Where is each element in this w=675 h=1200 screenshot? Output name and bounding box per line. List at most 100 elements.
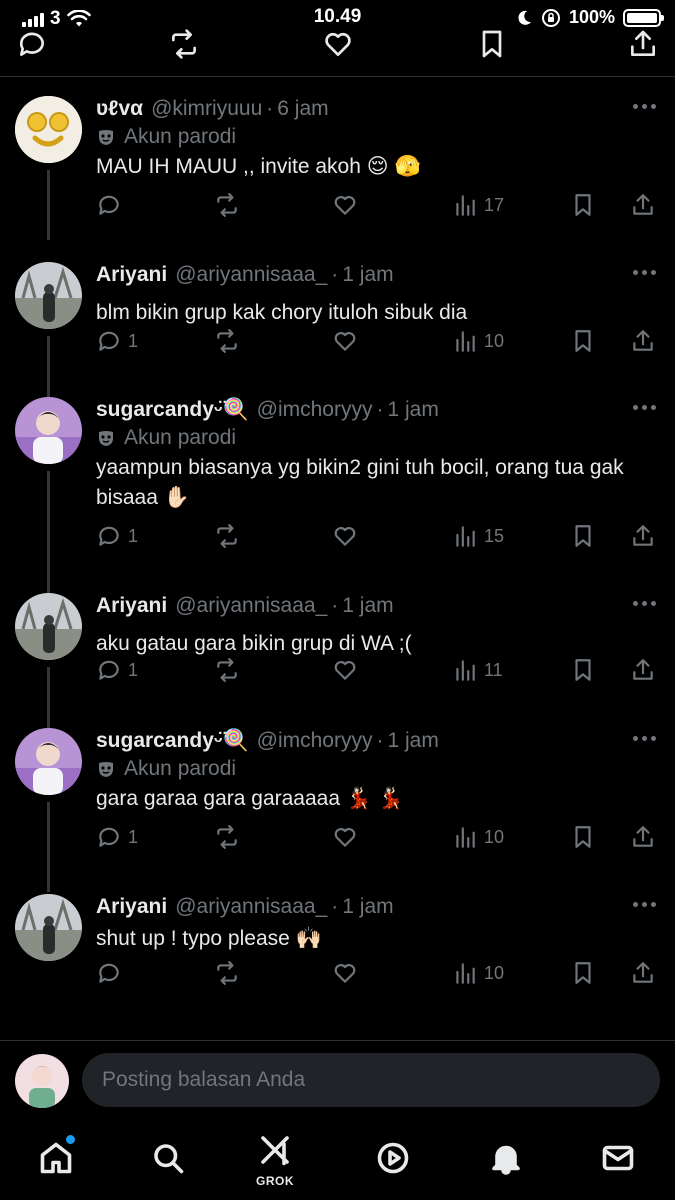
bookmark-button[interactable]: [570, 824, 596, 850]
tweet-text: blm bikin grup kak chory ituloh sibuk di…: [96, 301, 468, 324]
reply-button[interactable]: [96, 960, 128, 986]
tweet-time[interactable]: 1 jam: [342, 594, 393, 618]
reply-button[interactable]: [96, 192, 128, 218]
like-button[interactable]: [332, 523, 358, 549]
bookmark-button[interactable]: [570, 960, 596, 986]
share-button[interactable]: [630, 523, 656, 549]
repost-button[interactable]: [214, 657, 240, 683]
bookmark-button[interactable]: [570, 192, 596, 218]
share-button[interactable]: [627, 28, 659, 60]
reply-button[interactable]: 1: [96, 824, 138, 850]
repost-button[interactable]: [214, 824, 240, 850]
tweet-time[interactable]: 1 jam: [387, 398, 438, 422]
share-button[interactable]: [630, 328, 656, 354]
author-handle[interactable]: @imchoryyy: [257, 729, 373, 753]
author-name[interactable]: sugarcandyᵕ̈🍭: [96, 398, 249, 422]
avatar[interactable]: [15, 397, 82, 464]
author-handle[interactable]: @ariyannisaaa_: [175, 895, 327, 919]
reply-count: 1: [128, 659, 139, 680]
author-name[interactable]: Ariyani: [96, 263, 167, 287]
views-button[interactable]: 10: [452, 824, 504, 850]
like-button[interactable]: [332, 657, 358, 683]
repost-button[interactable]: [168, 28, 200, 60]
tweet[interactable]: Ariyani @ariyannisaaa_ · 1 jam aku gatau…: [0, 593, 675, 733]
nav-grok[interactable]: [255, 1130, 295, 1170]
author-name[interactable]: ʋℓvα: [96, 97, 143, 121]
reply-composer: Posting balasan Anda: [0, 1040, 675, 1120]
nav-home[interactable]: [36, 1138, 76, 1178]
tweet-time[interactable]: 1 jam: [342, 263, 393, 287]
more-options-icon[interactable]: [633, 894, 659, 914]
views-count: 10: [484, 330, 505, 351]
tweet[interactable]: Ariyani @ariyannisaaa_ · 1 jam blm bikin…: [0, 262, 675, 406]
avatar[interactable]: [15, 728, 82, 795]
nav-search[interactable]: [148, 1138, 188, 1178]
like-button[interactable]: [322, 28, 354, 60]
more-options-icon[interactable]: [633, 728, 659, 748]
nav-video[interactable]: [373, 1138, 413, 1178]
nav-notifications[interactable]: [486, 1138, 526, 1178]
author-name[interactable]: Ariyani: [96, 594, 167, 618]
more-options-icon[interactable]: [633, 593, 659, 613]
reply-count: 1: [128, 826, 139, 847]
repost-button[interactable]: [214, 328, 240, 354]
play-icon: [377, 1142, 409, 1174]
repost-button[interactable]: [214, 192, 240, 218]
views-count: 17: [484, 194, 505, 215]
tweet-time[interactable]: 6 jam: [277, 97, 328, 121]
author-handle[interactable]: @ariyannisaaa_: [175, 594, 327, 618]
reply-button[interactable]: 1: [96, 523, 138, 549]
views-button[interactable]: 11: [452, 657, 503, 683]
like-button[interactable]: [332, 192, 358, 218]
bookmark-button[interactable]: [570, 328, 596, 354]
author-name[interactable]: Ariyani: [96, 895, 167, 919]
reply-button[interactable]: 1: [96, 328, 138, 354]
divider: [0, 76, 675, 77]
views-button[interactable]: 17: [452, 192, 504, 218]
reply-count: 1: [128, 330, 139, 351]
mask-icon: [99, 130, 113, 145]
tweet[interactable]: ʋℓvα @kimriyuuu · 6 jam Akun parodi MAU …: [0, 96, 675, 240]
share-button[interactable]: [630, 657, 656, 683]
repost-button[interactable]: [214, 960, 240, 986]
views-button[interactable]: 15: [452, 523, 504, 549]
current-user-avatar[interactable]: [15, 1054, 69, 1108]
views-button[interactable]: 10: [452, 328, 504, 354]
share-button[interactable]: [630, 192, 656, 218]
tweet[interactable]: sugarcandyᵕ̈🍭 @imchoryyy · 1 jam Akun pa…: [0, 397, 675, 597]
avatar[interactable]: [15, 593, 82, 660]
reply-button[interactable]: 1: [96, 657, 138, 683]
tweet[interactable]: sugarcandyᵕ̈🍭 @imchoryyy · 1 jam Akun pa…: [0, 728, 675, 892]
avatar[interactable]: [15, 96, 82, 163]
reply-button[interactable]: [16, 28, 48, 60]
like-button[interactable]: [332, 328, 358, 354]
tweet-actions: 10: [96, 960, 661, 992]
tweet-time[interactable]: 1 jam: [342, 895, 393, 919]
nav-messages[interactable]: [598, 1138, 638, 1178]
bookmark-button[interactable]: [570, 657, 596, 683]
tweet[interactable]: Ariyani @ariyannisaaa_ · 1 jam shut up !…: [0, 894, 675, 1004]
share-button[interactable]: [630, 960, 656, 986]
avatar[interactable]: [15, 262, 82, 329]
share-button[interactable]: [630, 824, 656, 850]
author-handle[interactable]: @kimriyuuu: [151, 97, 262, 121]
like-button[interactable]: [332, 824, 358, 850]
like-button[interactable]: [332, 960, 358, 986]
reply-input[interactable]: Posting balasan Anda: [82, 1053, 660, 1107]
author-name[interactable]: sugarcandyᵕ̈🍭: [96, 729, 249, 753]
tweet-text: MAU IH MAUU ,, invite akoh 😌 🫣: [96, 155, 421, 178]
views-button[interactable]: 10: [452, 960, 504, 986]
repost-button[interactable]: [214, 523, 240, 549]
more-options-icon[interactable]: [633, 262, 659, 282]
bell-icon: [492, 1145, 520, 1175]
tweet-time[interactable]: 1 jam: [387, 729, 438, 753]
bookmark-button[interactable]: [476, 28, 508, 60]
mask-icon: [99, 431, 113, 446]
grok-label: GROK: [256, 1174, 294, 1188]
avatar[interactable]: [15, 894, 82, 961]
author-handle[interactable]: @ariyannisaaa_: [175, 263, 327, 287]
author-handle[interactable]: @imchoryyy: [257, 398, 373, 422]
more-options-icon[interactable]: [633, 397, 659, 417]
bookmark-button[interactable]: [570, 523, 596, 549]
more-options-icon[interactable]: [633, 96, 659, 116]
